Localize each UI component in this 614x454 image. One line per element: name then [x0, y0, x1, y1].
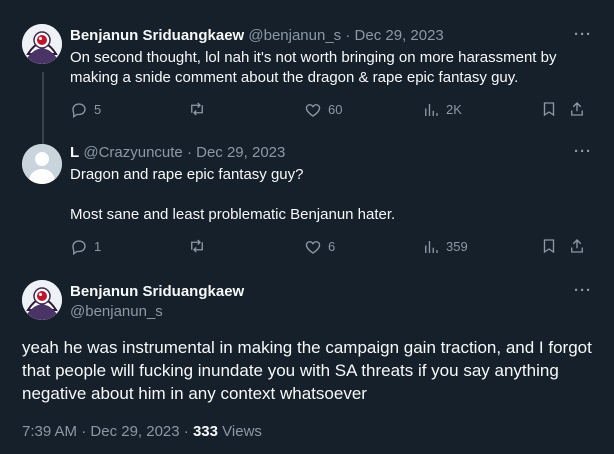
bookmark-icon — [543, 239, 555, 254]
share-icon — [571, 239, 583, 253]
separator: · — [183, 423, 189, 440]
reply-button[interactable]: 5 — [70, 100, 101, 120]
retweet-icon — [191, 102, 203, 116]
views-button[interactable]: 359 — [422, 237, 468, 257]
analytics-icon — [425, 241, 438, 253]
share-icon — [571, 102, 583, 116]
more-options-button[interactable]: ··· — [574, 282, 592, 299]
bookmark-button[interactable] — [540, 237, 558, 255]
separator: · — [81, 423, 87, 440]
tweet-header: Benjanun Sriduangkaew @benjanun_s · Dec … — [70, 26, 444, 46]
heart-icon — [305, 104, 321, 117]
heart-icon — [305, 241, 321, 254]
reply-count: 1 — [94, 239, 102, 254]
like-button[interactable]: 6 — [304, 237, 335, 257]
more-options-button[interactable]: ··· — [574, 143, 592, 160]
action-bar: 5 60 2K — [70, 100, 594, 120]
views-button[interactable]: 2K — [422, 100, 462, 120]
analytics-icon — [425, 104, 438, 116]
tweet-header: L @Crazyuncute · Dec 29, 2023 — [70, 143, 285, 163]
views-count: 2K — [446, 102, 462, 117]
display-name[interactable]: Benjanun Sriduangkaew — [70, 27, 244, 44]
tweet-date[interactable]: Dec 29, 2023 — [196, 144, 285, 161]
bookmark-button[interactable] — [540, 100, 558, 118]
tweet-header: Benjanun Sriduangkaew @benjanun_s — [70, 282, 244, 322]
like-button[interactable]: 60 — [304, 100, 342, 120]
reply-button[interactable]: 1 — [70, 237, 101, 257]
avatar[interactable] — [22, 280, 62, 320]
like-count: 6 — [328, 239, 336, 254]
retweet-button[interactable] — [188, 237, 212, 255]
tweet-time[interactable]: 7:39 AM — [22, 423, 77, 440]
reply-count: 5 — [94, 102, 102, 117]
display-name[interactable]: L — [70, 144, 79, 161]
reply-icon — [72, 240, 86, 256]
action-bar: 1 6 359 — [70, 237, 594, 257]
eye-avatar-icon — [22, 280, 62, 320]
display-name[interactable]: Benjanun Sriduangkaew — [70, 282, 244, 302]
tweet-2[interactable]: L @Crazyuncute · Dec 29, 2023 ··· Dragon… — [0, 140, 614, 270]
tweet-text: On second thought, lol nah it's not wort… — [70, 49, 557, 86]
views-count[interactable]: 333 — [193, 423, 218, 440]
tweet-1[interactable]: Benjanun Sriduangkaew @benjanun_s · Dec … — [0, 0, 614, 140]
more-options-button[interactable]: ··· — [574, 26, 592, 43]
avatar[interactable] — [22, 24, 62, 64]
share-button[interactable] — [568, 100, 586, 118]
handle[interactable]: @benjanun_s — [248, 27, 341, 44]
retweet-button[interactable] — [188, 100, 212, 118]
avatar[interactable] — [22, 144, 62, 184]
separator: · — [345, 27, 351, 44]
tweet-date[interactable]: Dec 29, 2023 — [355, 27, 444, 44]
like-count: 60 — [328, 102, 343, 117]
main-tweet: Benjanun Sriduangkaew @benjanun_s ··· ye… — [0, 270, 614, 454]
default-person-avatar-icon — [22, 144, 62, 184]
share-button[interactable] — [568, 237, 586, 255]
tweet-meta: 7:39 AM · Dec 29, 2023 · 333 Views — [22, 422, 262, 442]
tweet-date[interactable]: Dec 29, 2023 — [90, 423, 179, 440]
bookmark-icon — [543, 102, 555, 117]
handle[interactable]: @Crazyuncute — [83, 144, 182, 161]
tweet-text: Dragon and rape epic fantasy guy? Most s… — [70, 166, 396, 223]
retweet-icon — [191, 239, 203, 253]
eye-avatar-icon — [22, 24, 62, 64]
handle[interactable]: @benjanun_s — [70, 302, 244, 322]
tweet-text: yeah he was instrumental in making the c… — [22, 338, 592, 403]
reply-icon — [72, 103, 86, 119]
views-label[interactable]: Views — [222, 423, 262, 440]
separator: · — [186, 144, 192, 161]
views-count: 359 — [446, 239, 468, 254]
